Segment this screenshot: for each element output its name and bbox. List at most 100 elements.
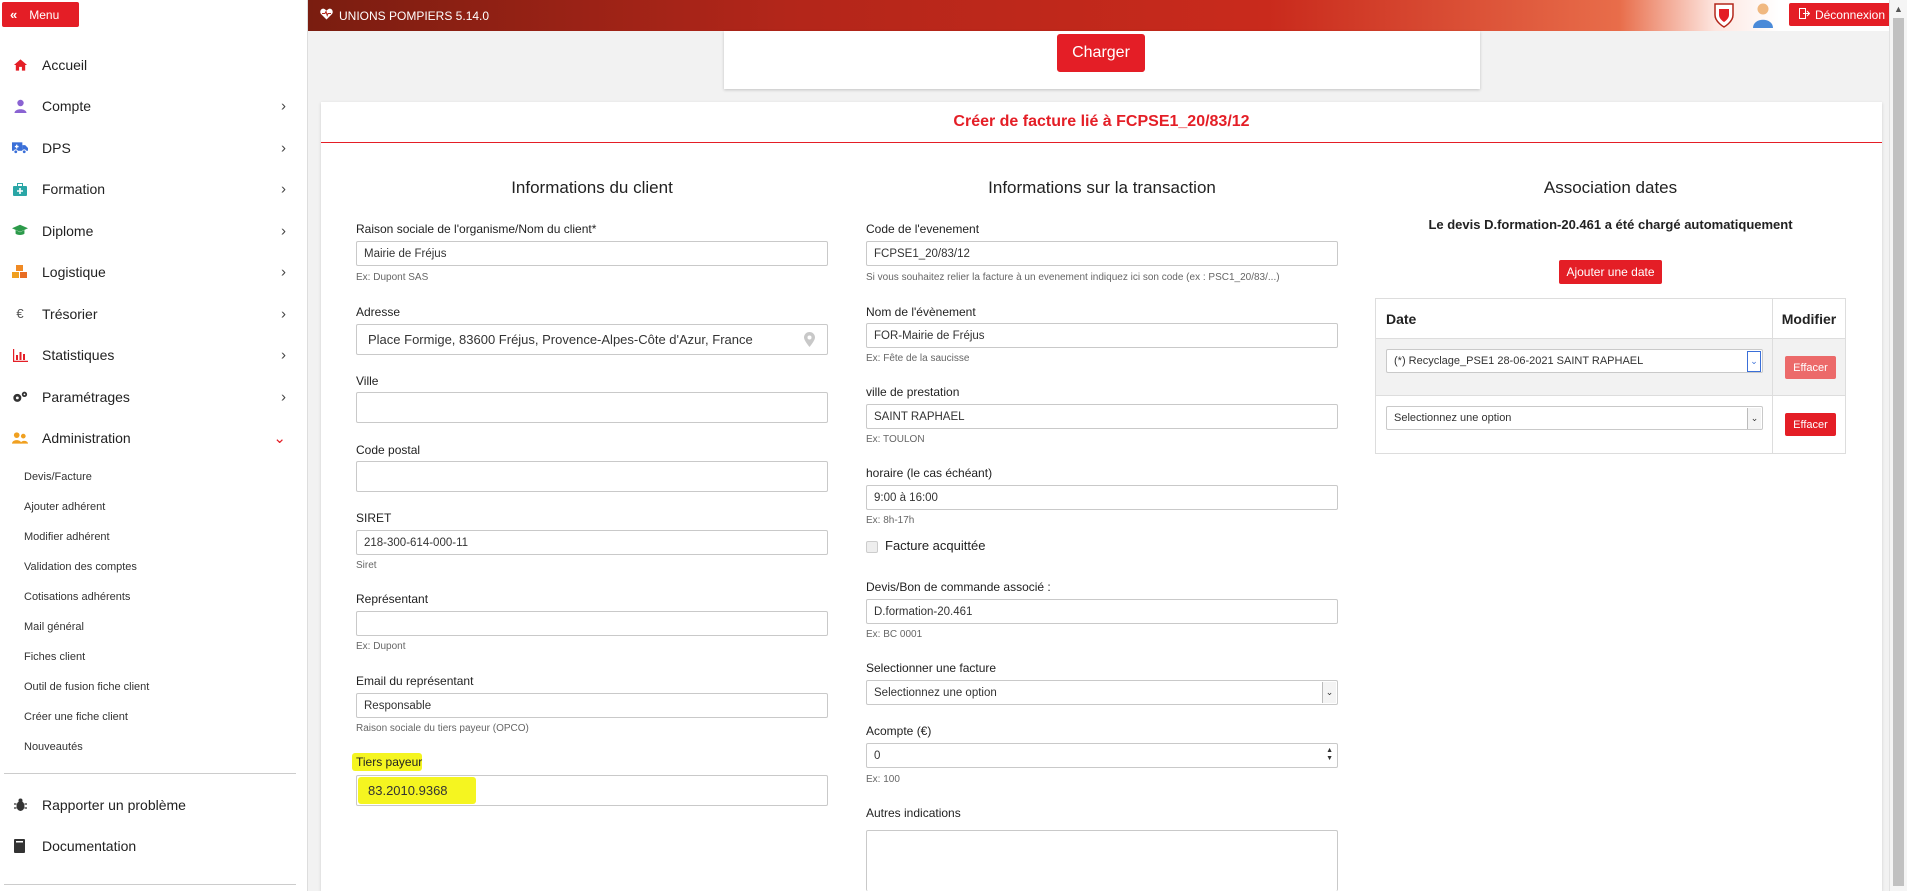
nom-evenement-hint: Ex: Fête de la saucisse	[866, 353, 970, 364]
client-section-title: Informations du client	[511, 178, 673, 197]
chevron-right-icon: ›	[281, 97, 286, 115]
menu-toggle-button[interactable]: « Menu	[2, 2, 79, 27]
siret-input[interactable]: 218-300-614-000-11	[356, 530, 828, 555]
code-postal-input[interactable]	[356, 461, 828, 492]
sidebar-item-diplome[interactable]: Diplome ›	[0, 210, 308, 252]
app-title: UNIONS POMPIERS 5.14.0	[320, 8, 489, 23]
sidebar-item-accueil[interactable]: Accueil	[0, 44, 308, 86]
submenu-item-modifier-adherent[interactable]: Modifier adhérent	[0, 522, 308, 552]
sidebar-item-formation[interactable]: Formation ›	[0, 169, 308, 211]
chevron-right-icon: ›	[281, 346, 286, 364]
chevron-down-icon: ⌄	[1747, 408, 1761, 429]
siret-label: SIRET	[356, 511, 392, 525]
submenu-item-nouveautes[interactable]: Nouveautés	[0, 732, 308, 762]
submenu-item-ajouter-adherent[interactable]: Ajouter adhérent	[0, 492, 308, 522]
ville-prestation-input[interactable]: SAINT RAPHAEL	[866, 404, 1338, 429]
sidebar-footer: Rapporter un problème Documentation	[0, 784, 308, 867]
submenu-item-fusion-fiche[interactable]: Outil de fusion fiche client	[0, 672, 308, 702]
app-title-text: UNIONS POMPIERS 5.14.0	[339, 8, 490, 23]
logout-button[interactable]: Déconnexion	[1789, 3, 1895, 26]
selectionner-facture-select[interactable]: Selectionnez une option ⌄	[866, 680, 1338, 705]
submenu-item-cotisations[interactable]: Cotisations adhérents	[0, 582, 308, 612]
dates-table-header: Date Modifier	[1376, 299, 1845, 339]
representant-input[interactable]	[356, 611, 828, 636]
modifier-column-header: Modifier	[1781, 310, 1837, 327]
table-row: (*) Recyclage_PSE1 28-06-2021 SAINT RAPH…	[1376, 339, 1845, 396]
representant-hint: Ex: Dupont	[356, 641, 406, 652]
effacer-button[interactable]: Effacer	[1785, 413, 1836, 436]
bug-icon	[12, 797, 28, 813]
sidebar-item-compte[interactable]: Compte ›	[0, 86, 308, 128]
scroll-up-arrow-icon[interactable]: ▲	[1894, 4, 1903, 14]
sidebar-item-statistiques[interactable]: Statistiques ›	[0, 335, 308, 377]
page-scrollbar[interactable]: ▲	[1889, 0, 1907, 891]
submenu-item-mail-general[interactable]: Mail général	[0, 612, 308, 642]
shield-logo-icon[interactable]	[1713, 2, 1735, 28]
ville-input[interactable]	[356, 392, 828, 423]
horaire-hint: Ex: 8h-17h	[866, 515, 915, 526]
tiers-payeur-input[interactable]: 83.2010.9368	[356, 775, 828, 806]
submenu-item-creer-fiche[interactable]: Créer une fiche client	[0, 702, 308, 732]
date-column-header: Date	[1376, 299, 1773, 338]
chevron-right-icon: ›	[281, 263, 286, 281]
chevron-right-icon: ›	[281, 139, 286, 157]
dates-section-title: Association dates	[1543, 178, 1678, 197]
submenu-item-validation-comptes[interactable]: Validation des comptes	[0, 552, 308, 582]
code-postal-label: Code postal	[356, 443, 421, 457]
code-evenement-hint: Si vous souhaitez relier la facture à un…	[866, 272, 1280, 283]
scrollbar-thumb[interactable]	[1893, 18, 1904, 886]
sidebar-item-logistique[interactable]: Logistique ›	[0, 252, 308, 294]
raison-sociale-input[interactable]: Mairie de Fréjus	[356, 241, 828, 266]
date-select[interactable]: (*) Recyclage_PSE1 28-06-2021 SAINT RAPH…	[1386, 349, 1763, 373]
devis-loaded-notice: Le devis D.formation-20.461 a été chargé…	[1428, 217, 1793, 232]
user-avatar-icon[interactable]	[1752, 2, 1774, 28]
sidebar-item-label: Trésorier	[42, 305, 98, 322]
submenu-item-devis-facture[interactable]: Devis/Facture	[0, 462, 308, 492]
chevron-right-icon: ›	[281, 388, 286, 406]
sidebar-item-label: Administration	[42, 430, 131, 447]
code-evenement-input[interactable]: FCPSE1_20/83/12	[866, 241, 1338, 266]
card-header: Créer de facture lié à FCPSE1_20/83/12	[321, 102, 1882, 143]
sidebar-divider	[4, 884, 296, 885]
sidebar-nav: Accueil Compte › DPS › Formation › Diplo…	[0, 44, 308, 459]
nom-evenement-input[interactable]: FOR-Mairie de Fréjus	[866, 323, 1338, 348]
ville-prestation-hint: Ex: TOULON	[866, 434, 925, 445]
chart-icon	[12, 347, 28, 363]
facture-acquittee-checkbox[interactable]	[866, 541, 878, 553]
adresse-input[interactable]: Place Formige, 83600 Fréjus, Provence-Al…	[356, 324, 828, 355]
report-problem-label: Rapporter un problème	[42, 796, 186, 813]
raison-sociale-label: Raison sociale de l'organisme/Nom du cli…	[356, 222, 597, 236]
ville-label: Ville	[356, 374, 379, 388]
date-select[interactable]: Selectionnez une option ⌄	[1386, 406, 1763, 430]
sidebar-item-dps[interactable]: DPS ›	[0, 127, 308, 169]
invoice-form-card: Créer de facture lié à FCPSE1_20/83/12 I…	[321, 102, 1882, 891]
add-date-button[interactable]: Ajouter une date	[1559, 260, 1662, 284]
heart-pulse-icon	[320, 8, 333, 23]
acompte-input[interactable]: 0 ▲ ▼	[866, 743, 1338, 768]
email-representant-input[interactable]: Responsable	[356, 693, 828, 718]
documentation-link[interactable]: Documentation	[0, 826, 308, 868]
user-icon	[12, 98, 28, 114]
nom-evenement-label: Nom de l'évènement	[866, 305, 976, 319]
sidebar-item-administration[interactable]: Administration ⌄	[0, 418, 308, 460]
devis-associe-input[interactable]: D.formation-20.461	[866, 599, 1338, 624]
autres-indications-textarea[interactable]	[866, 830, 1338, 891]
horaire-input[interactable]: 9:00 à 16:00	[866, 485, 1338, 510]
report-problem-link[interactable]: Rapporter un problème	[0, 784, 308, 826]
sidebar-item-parametrages[interactable]: Paramétrages ›	[0, 376, 308, 418]
sidebar-item-label: Paramétrages	[42, 388, 130, 405]
effacer-button[interactable]: Effacer	[1785, 356, 1836, 379]
charger-button[interactable]: Charger	[1057, 34, 1145, 72]
graduation-cap-icon	[12, 223, 28, 239]
card-title: Créer de facture lié à FCPSE1_20/83/12	[953, 113, 1250, 130]
raison-sociale-hint: Ex: Dupont SAS	[356, 272, 429, 283]
submenu-item-fiches-client[interactable]: Fiches client	[0, 642, 308, 672]
sidebar-item-tresorier[interactable]: € Trésorier ›	[0, 293, 308, 335]
home-icon	[12, 57, 28, 73]
chevron-down-icon: ⌄	[273, 430, 286, 448]
table-row: Selectionnez une option ⌄ Effacer	[1376, 396, 1845, 453]
sidebar-item-label: Accueil	[42, 56, 88, 73]
chevron-down-icon: ⌄	[1322, 682, 1336, 703]
email-representant-label: Email du représentant	[356, 674, 474, 688]
spinner-arrows-icon[interactable]: ▲ ▼	[1326, 747, 1333, 763]
